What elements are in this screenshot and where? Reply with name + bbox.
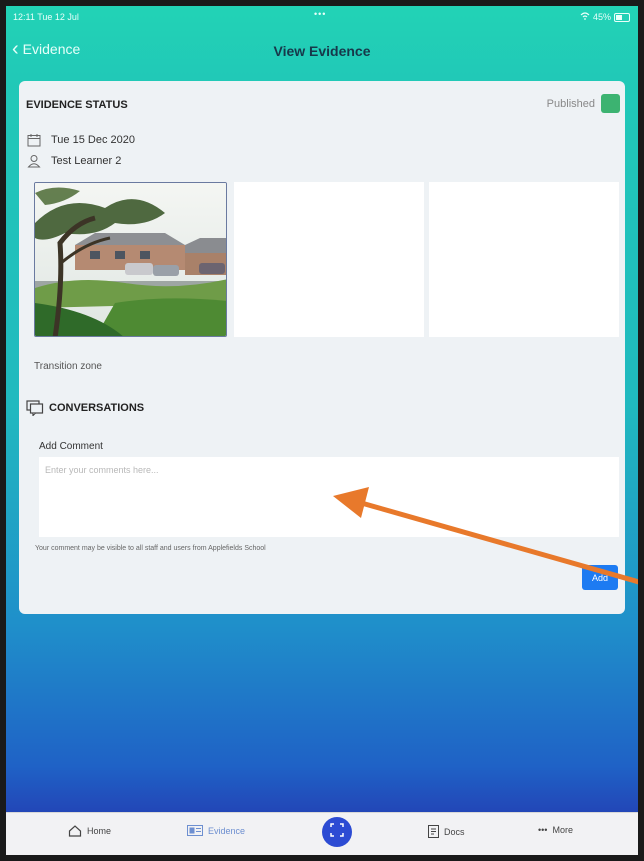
evidence-status-heading: EVIDENCE STATUS <box>26 99 128 111</box>
published-label: Published <box>546 98 595 110</box>
tab-docs-label: Docs <box>444 826 465 837</box>
nav-bar: ‹ Evidence View Evidence <box>6 36 638 66</box>
tab-home[interactable]: Home <box>68 825 111 837</box>
status-bar: 12:11 Tue 12 Jul ••• 45% <box>6 6 638 26</box>
conversations-heading: CONVERSATIONS <box>26 400 145 417</box>
wifi-icon <box>580 12 590 22</box>
conversations-title: CONVERSATIONS <box>49 402 145 414</box>
more-icon: ••• <box>538 825 548 835</box>
page-title: View Evidence <box>273 43 371 59</box>
tab-evidence[interactable]: Evidence <box>187 825 245 836</box>
tab-docs[interactable]: Docs <box>428 825 465 838</box>
docs-icon <box>428 825 439 838</box>
capture-button[interactable] <box>322 817 352 847</box>
tab-evidence-label: Evidence <box>208 825 246 836</box>
evidence-photo-slot[interactable] <box>429 182 619 337</box>
add-comment-label: Add Comment <box>39 441 103 452</box>
tab-home-label: Home <box>87 826 112 836</box>
battery-icon <box>614 12 630 22</box>
calendar-icon <box>26 132 42 148</box>
tab-more-label: More <box>552 825 573 835</box>
evidence-date: Tue 15 Dec 2020 <box>51 134 135 146</box>
capture-icon <box>330 822 344 842</box>
comment-input[interactable] <box>39 457 619 537</box>
screen: 12:11 Tue 12 Jul ••• 45% ‹ Evidence View… <box>6 6 638 855</box>
status-time: 12:11 Tue 12 Jul <box>13 12 79 22</box>
status-right: 45% <box>580 12 630 22</box>
published-indicator[interactable] <box>601 94 620 113</box>
multitask-dots[interactable]: ••• <box>314 9 326 19</box>
chat-icon <box>26 400 44 417</box>
learner-row: Test Learner 2 <box>26 153 121 169</box>
home-icon <box>68 825 82 837</box>
evidence-photo[interactable] <box>34 182 227 337</box>
learner-name: Test Learner 2 <box>51 155 122 167</box>
user-icon <box>26 153 42 169</box>
evidence-caption: Transition zone <box>34 361 102 372</box>
tab-more[interactable]: ••• More <box>538 825 573 835</box>
evidence-card: EVIDENCE STATUS Published Tue 15 Dec 202… <box>19 81 625 614</box>
evidence-photo-slot[interactable] <box>234 182 424 337</box>
battery-percent: 45% <box>592 12 611 22</box>
comment-disclaimer: Your comment may be visible to all staff… <box>35 545 266 552</box>
evidence-icon <box>187 825 203 836</box>
add-comment-button[interactable]: Add <box>582 565 618 590</box>
date-row: Tue 15 Dec 2020 <box>26 132 135 148</box>
